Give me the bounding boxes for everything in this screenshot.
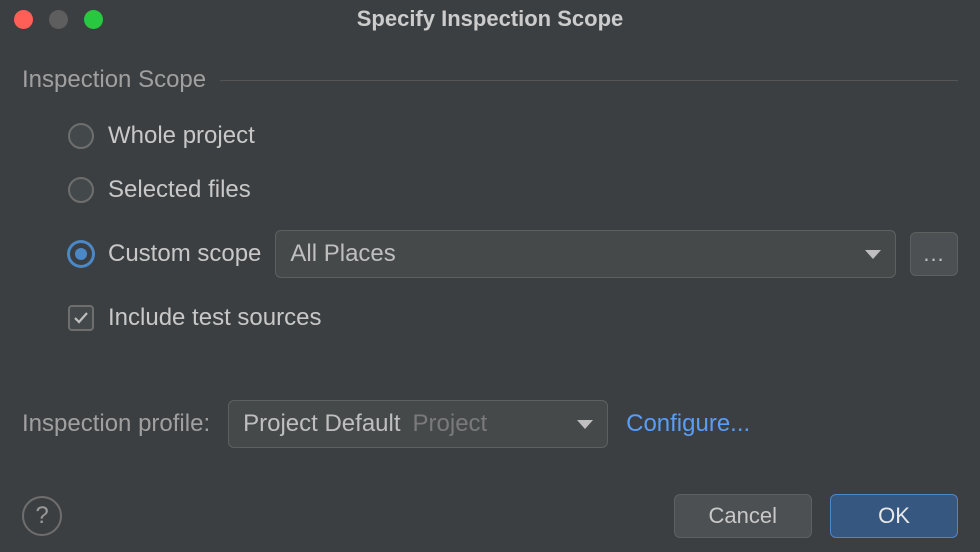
checkbox-icon — [68, 305, 94, 331]
section-label: Inspection Scope — [22, 66, 206, 94]
radio-label: Selected files — [108, 176, 251, 204]
check-icon — [73, 310, 89, 326]
profile-value: Project Default — [243, 410, 400, 438]
dropdown-value: All Places — [290, 240, 395, 268]
scope-more-button[interactable]: ... — [910, 232, 958, 276]
profile-dropdown[interactable]: Project Default Project — [228, 400, 608, 448]
minimize-window-button[interactable] — [49, 10, 68, 29]
dialog-footer: ? Cancel OK — [22, 494, 958, 538]
chevron-down-icon — [865, 250, 881, 259]
help-button[interactable]: ? — [22, 496, 62, 536]
section-header: Inspection Scope — [22, 66, 958, 94]
custom-scope-dropdown[interactable]: All Places — [275, 230, 896, 278]
option-group: Whole project Selected files Custom scop… — [22, 122, 958, 332]
radio-label: Whole project — [108, 122, 255, 150]
close-window-button[interactable] — [14, 10, 33, 29]
cancel-button[interactable]: Cancel — [674, 494, 812, 538]
divider — [220, 80, 958, 81]
dialog-title: Specify Inspection Scope — [0, 6, 980, 32]
configure-link[interactable]: Configure... — [626, 410, 750, 438]
profile-label: Inspection profile: — [22, 410, 210, 438]
inspection-profile-row: Inspection profile: Project Default Proj… — [22, 400, 958, 448]
radio-icon — [68, 123, 94, 149]
radio-whole-project[interactable]: Whole project — [68, 122, 958, 150]
dialog-content: Inspection Scope Whole project Selected … — [0, 38, 980, 448]
ok-button[interactable]: OK — [830, 494, 958, 538]
radio-icon — [68, 177, 94, 203]
radio-custom-scope-row: Custom scope All Places ... — [68, 230, 958, 278]
traffic-lights — [14, 10, 103, 29]
chevron-down-icon — [577, 420, 593, 429]
radio-icon — [68, 241, 94, 267]
checkbox-label: Include test sources — [108, 304, 321, 332]
checkbox-include-tests[interactable]: Include test sources — [68, 304, 958, 332]
titlebar: Specify Inspection Scope — [0, 0, 980, 38]
radio-selected-files[interactable]: Selected files — [68, 176, 958, 204]
radio-label: Custom scope — [108, 240, 261, 268]
profile-scope: Project — [413, 410, 566, 438]
radio-custom-scope[interactable]: Custom scope — [68, 240, 261, 268]
maximize-window-button[interactable] — [84, 10, 103, 29]
